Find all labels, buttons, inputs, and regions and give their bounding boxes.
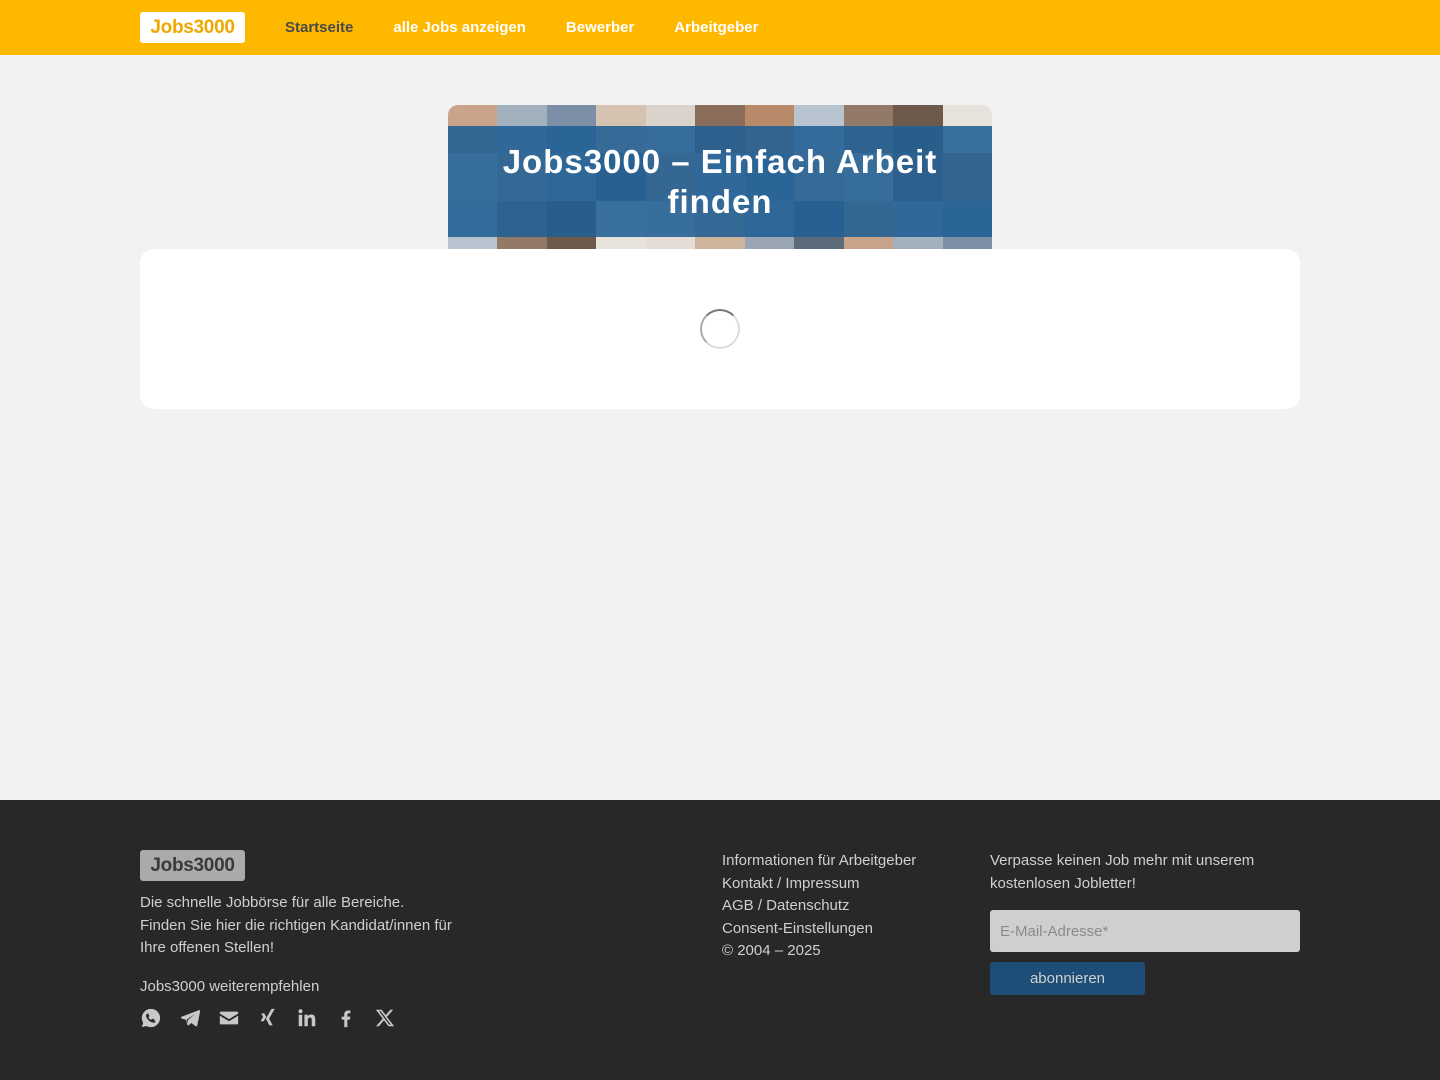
footer-tagline: Die schnelle Jobbörse für alle Bereiche.…: [140, 894, 452, 956]
email-icon[interactable]: [218, 1007, 240, 1029]
hero-title: Jobs3000 – Einfach Arbeit finden: [502, 142, 938, 220]
footer-link-arbeitgeber-info[interactable]: Informationen für Arbeitgeber: [722, 850, 916, 873]
nav-startseite[interactable]: Startseite: [285, 19, 353, 36]
newsletter-email-input[interactable]: [990, 910, 1300, 952]
footer-link-consent[interactable]: Consent-Einstellungen: [722, 918, 916, 941]
main-nav: Startseite alle Jobs anzeigen Bewerber A…: [285, 0, 758, 55]
nav-bewerber[interactable]: Bewerber: [566, 19, 634, 36]
whatsapp-icon[interactable]: [140, 1007, 162, 1029]
subscribe-button[interactable]: abonnieren: [990, 962, 1145, 995]
content-card: [140, 249, 1300, 409]
share-label: Jobs3000 weiterempfehlen: [140, 978, 320, 995]
hero-title-band: Jobs3000 – Einfach Arbeit finden: [448, 126, 992, 237]
share-icons: [140, 1007, 396, 1029]
nav-alle-jobs[interactable]: alle Jobs anzeigen: [393, 19, 526, 36]
top-navbar: Jobs3000 Startseite alle Jobs anzeigen B…: [0, 0, 1440, 55]
footer-link-agb-datenschutz[interactable]: AGB / Datenschutz: [722, 895, 916, 918]
footer-link-kontakt-impressum[interactable]: Kontakt / Impressum: [722, 873, 916, 896]
newsletter-text: Verpasse keinen Job mehr mit unserem kos…: [990, 852, 1255, 892]
nav-arbeitgeber[interactable]: Arbeitgeber: [674, 19, 758, 36]
logo-link[interactable]: Jobs3000: [140, 12, 245, 43]
xing-icon[interactable]: [257, 1007, 279, 1029]
facebook-icon[interactable]: [335, 1007, 357, 1029]
newsletter-form: Verpasse keinen Job mehr mit unserem kos…: [990, 850, 1300, 995]
telegram-icon[interactable]: [179, 1007, 201, 1029]
hero-banner: Jobs3000 – Einfach Arbeit finden: [448, 105, 992, 249]
footer-links: Informationen für Arbeitgeber Kontakt / …: [722, 850, 916, 963]
x-icon[interactable]: [374, 1007, 396, 1029]
spinner-icon: [700, 309, 740, 349]
footer-logo[interactable]: Jobs3000: [140, 850, 245, 881]
footer-copyright: © 2004 – 2025: [722, 942, 821, 959]
linkedin-icon[interactable]: [296, 1007, 318, 1029]
footer: Jobs3000 Die schnelle Jobbörse für alle …: [0, 800, 1440, 1080]
